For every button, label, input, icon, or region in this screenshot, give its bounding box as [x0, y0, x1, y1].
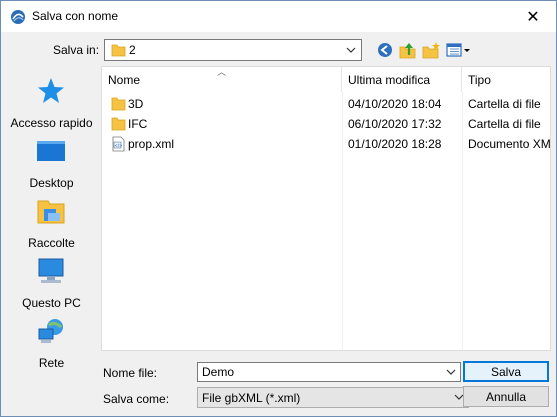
- column-header-modified[interactable]: Ultima modifica: [342, 67, 462, 92]
- file-name: 3D: [128, 97, 144, 111]
- title-bar: Salva con nome ✕: [1, 1, 556, 32]
- folder-icon: [111, 44, 126, 57]
- filename-input[interactable]: Demo: [197, 362, 461, 382]
- close-button[interactable]: ✕: [510, 1, 556, 32]
- libraries-icon: [37, 200, 65, 224]
- list-item[interactable]: 3D 04/10/2020 18:04 Cartella di file: [102, 94, 550, 114]
- place-label: Raccolte: [28, 236, 75, 250]
- chevron-down-icon[interactable]: [446, 366, 456, 378]
- save-as-dialog: Salva con nome ✕ Salva in: 2 Accesso rap…: [0, 0, 557, 417]
- file-type: Documento XM: [468, 137, 551, 151]
- desktop-icon: [37, 141, 65, 161]
- place-libraries[interactable]: Raccolte: [5, 195, 98, 251]
- save-in-value: 2: [129, 43, 136, 57]
- list-item[interactable]: IFC 06/10/2020 17:32 Cartella di file: [102, 114, 550, 134]
- save-button[interactable]: Salva: [463, 361, 549, 382]
- back-icon: [378, 43, 392, 57]
- place-desktop[interactable]: Desktop: [5, 135, 98, 191]
- place-network[interactable]: Rete: [5, 315, 98, 371]
- file-list[interactable]: Nome ︿ Ultima modifica Tipo 3D 04/10/202…: [101, 66, 551, 351]
- column-header-type[interactable]: Tipo: [462, 67, 550, 92]
- column-header-name[interactable]: Nome ︿: [102, 67, 342, 92]
- file-date: 01/10/2020 18:28: [348, 137, 442, 151]
- sort-up-icon: ︿: [217, 67, 227, 77]
- chevron-down-icon[interactable]: [345, 43, 357, 57]
- filetype-label: Salva come:: [103, 392, 170, 406]
- folder-icon: [111, 97, 126, 111]
- file-date: 06/10/2020 17:32: [348, 117, 442, 131]
- file-type: Cartella di file: [468, 117, 541, 131]
- new-folder-icon: [422, 42, 440, 59]
- place-this-pc[interactable]: Questo PC: [5, 255, 98, 311]
- place-label: Rete: [38, 356, 65, 370]
- up-folder-icon: [399, 43, 416, 59]
- star-icon: [38, 78, 64, 103]
- save-in-combo[interactable]: 2: [104, 39, 362, 61]
- window-title: Salva con nome: [32, 9, 119, 23]
- view-menu-icon: [446, 43, 470, 57]
- computer-icon: [38, 258, 64, 283]
- app-icon: [11, 10, 25, 24]
- filename-value: Demo: [202, 365, 235, 379]
- filename-label: Nome file:: [103, 366, 158, 380]
- save-in-label: Salva in:: [53, 43, 100, 57]
- view-menu-button[interactable]: [446, 41, 472, 59]
- place-quick-access[interactable]: Accesso rapido: [5, 75, 98, 131]
- network-icon: [38, 319, 63, 343]
- file-name: IFC: [128, 117, 148, 131]
- list-item[interactable]: </> prop.xml 01/10/2020 18:28 Documento …: [102, 134, 551, 154]
- cancel-button[interactable]: Annulla: [463, 386, 549, 407]
- filetype-select[interactable]: File gbXML (*.xml): [197, 387, 469, 408]
- place-label: Accesso rapido: [10, 116, 93, 130]
- up-folder-button[interactable]: [398, 41, 418, 59]
- new-folder-button[interactable]: [421, 41, 441, 59]
- file-name: prop.xml: [128, 137, 175, 151]
- place-label: Questo PC: [22, 296, 81, 310]
- svg-text:</>: </>: [114, 143, 122, 148]
- file-date: 04/10/2020 18:04: [348, 97, 442, 111]
- close-icon: ✕: [526, 8, 540, 26]
- file-type: Cartella di file: [468, 97, 541, 111]
- filetype-value: File gbXML (*.xml): [202, 391, 301, 405]
- folder-icon: [111, 117, 126, 131]
- places-bar: Accesso rapido Desktop Raccolte Questo P…: [5, 67, 98, 379]
- xml-file-icon: </>: [112, 136, 125, 152]
- back-button[interactable]: [375, 41, 395, 59]
- place-label: Desktop: [29, 176, 74, 190]
